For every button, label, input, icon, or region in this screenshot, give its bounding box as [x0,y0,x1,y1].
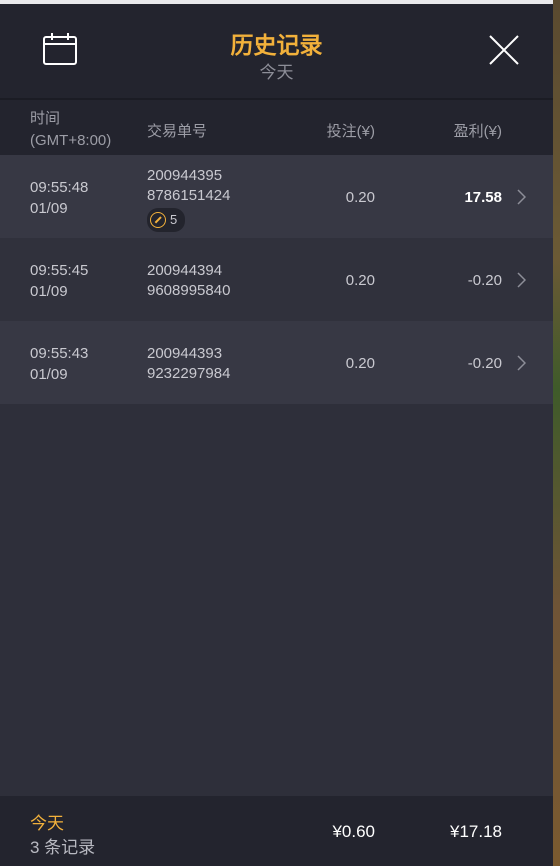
chevron-right-icon [517,189,526,205]
row-bet: 0.20 [345,272,375,289]
table-header: 时间 (GMT+8:00) 交易单号 投注(¥) 盈利(¥) [0,100,553,155]
row-order-cell: 200944393 9232297984 [147,344,230,384]
background-strip [553,0,560,866]
row-date: 01/09 [30,283,68,300]
row-date: 01/09 [30,200,68,217]
column-bet-label: 投注(¥) [326,123,375,140]
row-time-cell: 09:55:43 01/09 [30,343,88,385]
table-row[interactable]: 09:55:43 01/09 200944393 9232297984 0.20… [0,321,553,404]
column-profit-label: 盈利(¥) [453,123,502,140]
header-bar: 历史记录 今天 [0,4,553,100]
row-time-cell: 09:55:45 01/09 [30,260,88,302]
row-order-cell: 200944394 9608995840 [147,261,230,301]
row-time: 09:55:48 [30,179,89,196]
row-order-cell: 200944395 8786151424 5 [147,166,230,234]
table-row[interactable]: 09:55:48 01/09 200944395 8786151424 5 0.… [0,155,553,238]
order-number-line2: 9232297984 [147,365,231,382]
total-profit: ¥17.18 [450,822,502,841]
order-number-line2: 8786151424 [147,187,231,204]
row-time-cell: 09:55:48 01/09 [30,177,88,219]
summary-period: 今天 [30,814,64,833]
total-bet: ¥0.60 [332,822,375,841]
summary-footer: 今天 3 条记录 ¥0.60 ¥17.18 [0,796,553,866]
column-time-label: 时间 [30,110,61,127]
record-count: 3 条记录 [30,838,96,857]
table-row[interactable]: 09:55:45 01/09 200944394 9608995840 0.20… [0,238,553,321]
row-profit: -0.20 [467,272,502,289]
close-button[interactable] [486,32,522,68]
order-number-line1: 200944394 [147,262,223,279]
order-number-line1: 200944393 [147,345,223,362]
row-bet: 0.20 [345,189,375,206]
row-profit: -0.20 [467,355,502,372]
multiplier-icon [150,212,166,228]
chevron-right-icon [517,355,526,371]
badge-count: 5 [170,212,178,227]
order-number-line1: 200944395 [147,167,223,184]
column-timezone-label: (GMT+8:00) [30,132,112,149]
row-date: 01/09 [30,366,68,383]
page-subtitle: 今天 [259,63,294,82]
row-profit: 17.58 [464,189,502,206]
column-order-label: 交易单号 [147,123,208,140]
free-spin-badge: 5 [147,208,186,232]
row-time: 09:55:43 [30,345,89,362]
order-number-line2: 9608995840 [147,282,231,299]
chevron-right-icon [517,272,526,288]
row-time: 09:55:45 [30,262,89,279]
page-title: 历史记录 [230,32,323,58]
row-bet: 0.20 [345,355,375,372]
close-icon [489,35,519,65]
